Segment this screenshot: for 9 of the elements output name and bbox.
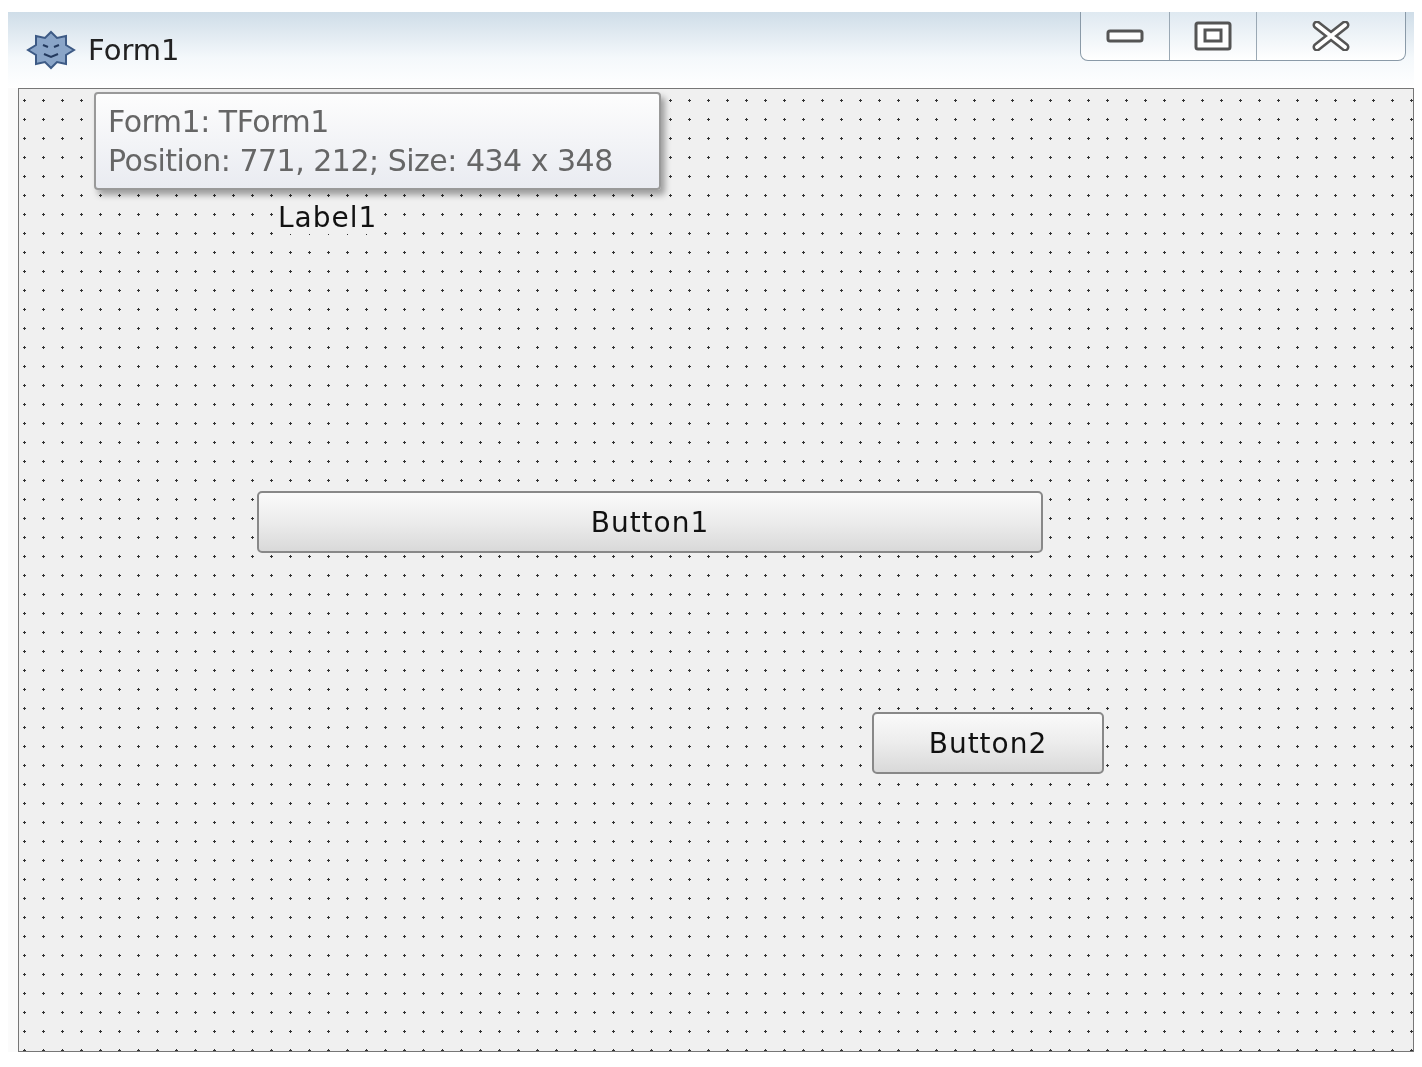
form-button[interactable]: Button1 xyxy=(257,491,1043,553)
form-button[interactable]: Button2 xyxy=(872,712,1104,774)
app-icon xyxy=(26,30,76,70)
window-title: Form1 xyxy=(88,33,180,67)
tooltip-text: Position: 771, 212; Size: 434 x 348 xyxy=(108,143,614,178)
minimize-icon xyxy=(1106,28,1144,44)
tooltip-text: Form1: TForm1 xyxy=(108,104,330,139)
maximize-icon xyxy=(1194,21,1232,51)
close-icon xyxy=(1311,21,1351,51)
